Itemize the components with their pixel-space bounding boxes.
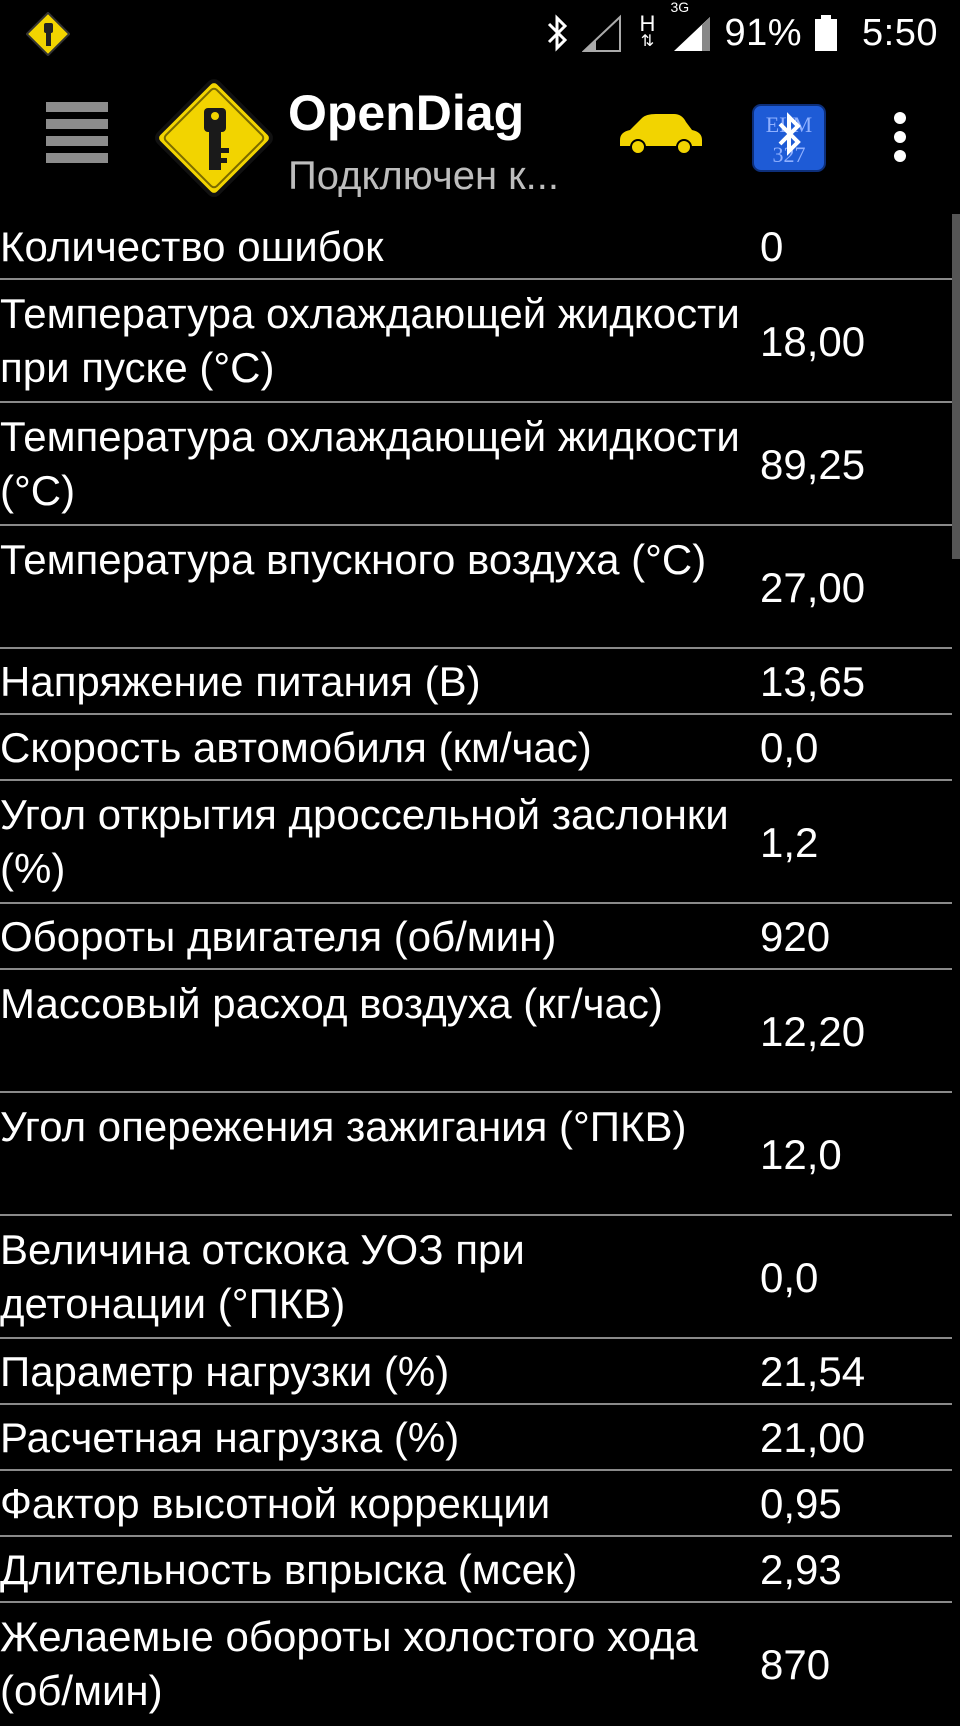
list-item[interactable]: Массовый расход воздуха (кг/час) 12,20 [0,970,952,1093]
parameter-label: Температура впускного воздуха (°С) [0,536,707,583]
list-item[interactable]: Расчетная нагрузка (%) 21,00 [0,1405,952,1471]
network-type: H ⇅ [634,11,660,51]
parameter-label: Параметр нагрузки (%) [0,1348,450,1395]
parameter-value: 89,25 [760,441,866,488]
app-bar: OpenDiag Подключен к... ELM 327 [0,66,960,206]
list-item[interactable]: Температура впускного воздуха (°С) 27,00 [0,526,952,649]
parameter-label: Обороты двигателя (об/мин) [0,913,557,960]
signal-3g-icon: 3G [670,0,712,53]
parameter-value: 12,0 [760,1131,842,1178]
parameter-label: Напряжение питания (В) [0,658,481,705]
network-arrows-icon: ⇅ [640,33,655,50]
list-item[interactable]: Фактор высотной коррекции 0,95 [0,1471,952,1537]
network-h-label: H [639,11,656,36]
list-item[interactable]: Температура охлаждающей жидкости (°С) 89… [0,403,952,526]
status-bar: H ⇅ 3G 91% 5:50 [0,0,960,66]
list-item[interactable]: Скорость автомобиля (км/час) 0,0 [0,715,952,781]
parameter-label: Массовый расход воздуха (кг/час) [0,980,663,1027]
list-item[interactable]: Длительность впрыска (мсек) 2,93 [0,1537,952,1603]
clock: 5:50 [862,11,938,54]
car-icon[interactable] [616,110,706,158]
parameter-value: 920 [760,913,831,960]
parameter-value: 0 [760,223,784,270]
parameter-label: Угол открытия дроссельной заслонки (%) [0,791,729,892]
parameter-label: Количество ошибок [0,223,384,270]
parameter-label: Фактор высотной коррекции [0,1480,551,1527]
network-3g-label: 3G [670,0,690,15]
list-item[interactable]: Угол опережения зажигания (°ПКВ) 12,0 [0,1093,952,1216]
ecu-bluetooth-icon[interactable]: ELM 327 [752,104,826,172]
parameter-label: Температура охлаждающей жидкости при пус… [0,290,740,391]
parameter-value: 0,95 [760,1480,842,1527]
app-logo-icon [155,79,273,197]
list-item[interactable]: Параметр нагрузки (%) 21,54 [0,1339,952,1405]
list-item[interactable]: Количество ошибок 0 [0,214,952,280]
parameter-label: Длительность впрыска (мсек) [0,1546,578,1593]
list-item[interactable]: Величина отскока УОЗ при детонации (°ПКВ… [0,1216,952,1339]
parameter-value: 21,54 [760,1348,866,1395]
parameter-value: 21,00 [760,1414,866,1461]
list-item[interactable]: Желаемые обороты холостого хода (об/мин)… [0,1603,952,1726]
parameter-value: 0,0 [760,1254,819,1301]
list-item[interactable]: Обороты двигателя (об/мин) 920 [0,904,952,970]
bluetooth-icon [544,13,570,53]
status-icons: H ⇅ 3G 91% 5:50 [544,0,938,66]
parameter-label: Желаемые обороты холостого хода (об/мин) [0,1613,698,1714]
list-item[interactable]: Напряжение питания (В) 13,65 [0,649,952,715]
parameter-label: Температура охлаждающей жидкости (°С) [0,413,740,514]
parameter-value: 1,2 [760,819,819,866]
signal-icon [582,13,622,53]
parameter-list[interactable]: Количество ошибок 0 Температура охлаждаю… [0,214,952,1726]
app-title: OpenDiag [288,85,525,141]
opendiag-key-icon [26,12,70,56]
parameter-label: Расчетная нагрузка (%) [0,1414,460,1461]
scrollbar[interactable] [952,214,960,559]
more-vertical-icon[interactable] [892,112,908,162]
parameter-value: 870 [760,1641,831,1688]
list-item[interactable]: Температура охлаждающей жидкости при пус… [0,280,952,403]
parameter-value: 2,93 [760,1546,842,1593]
battery-icon [814,13,838,53]
hamburger-menu-icon[interactable] [46,102,108,166]
list-item[interactable]: Угол открытия дроссельной заслонки (%) 1… [0,781,952,904]
parameter-label: Величина отскока УОЗ при детонации (°ПКВ… [0,1226,525,1327]
parameter-value: 18,00 [760,318,866,365]
parameter-label: Угол опережения зажигания (°ПКВ) [0,1103,687,1150]
parameter-value: 12,20 [760,1008,866,1055]
parameter-value: 27,00 [760,564,866,611]
parameter-value: 0,0 [760,724,819,771]
parameter-value: 13,65 [760,658,866,705]
parameter-label: Скорость автомобиля (км/час) [0,724,592,771]
battery-percent: 91% [724,11,803,54]
connection-status: Подключен к... [288,154,559,198]
